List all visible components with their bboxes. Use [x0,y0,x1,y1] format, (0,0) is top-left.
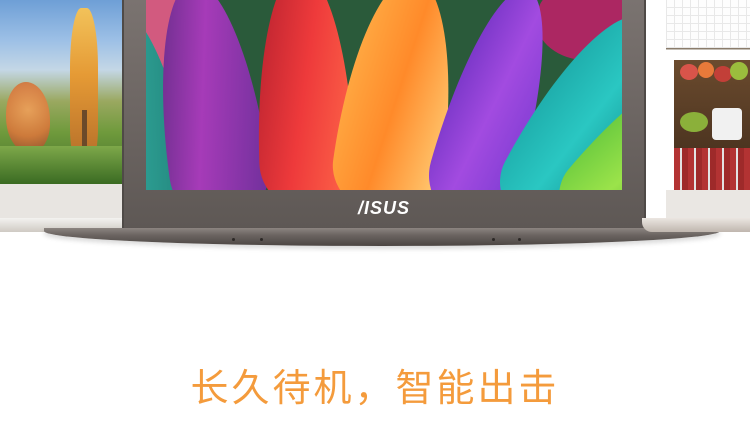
apple [730,62,748,80]
right-bezel [666,190,750,220]
bowl [680,112,708,132]
center-laptop: /ISUS [44,0,720,250]
base-dot [260,238,263,241]
autumn-tree [6,82,50,152]
laptop-showcase: /ISUS [0,0,750,250]
base-dot [492,238,495,241]
grid-paper [666,0,750,48]
apple [680,64,698,80]
tagline: 长久待机，智能出击 [190,366,560,410]
plaid-cloth [674,148,750,190]
right-laptop [636,0,750,232]
jar [712,108,742,140]
left-bezel [0,184,122,218]
center-lid: /ISUS [122,0,646,228]
right-base [642,218,750,232]
base-dot [518,238,521,241]
right-screen-food [666,0,750,190]
apple [698,62,714,78]
left-laptop [0,0,128,232]
base-dot [232,238,235,241]
left-screen-landscape [0,0,122,184]
feather-wallpaper [146,0,622,190]
center-base [44,228,720,246]
asus-logo: /ISUS [357,198,410,218]
grass [0,146,122,184]
